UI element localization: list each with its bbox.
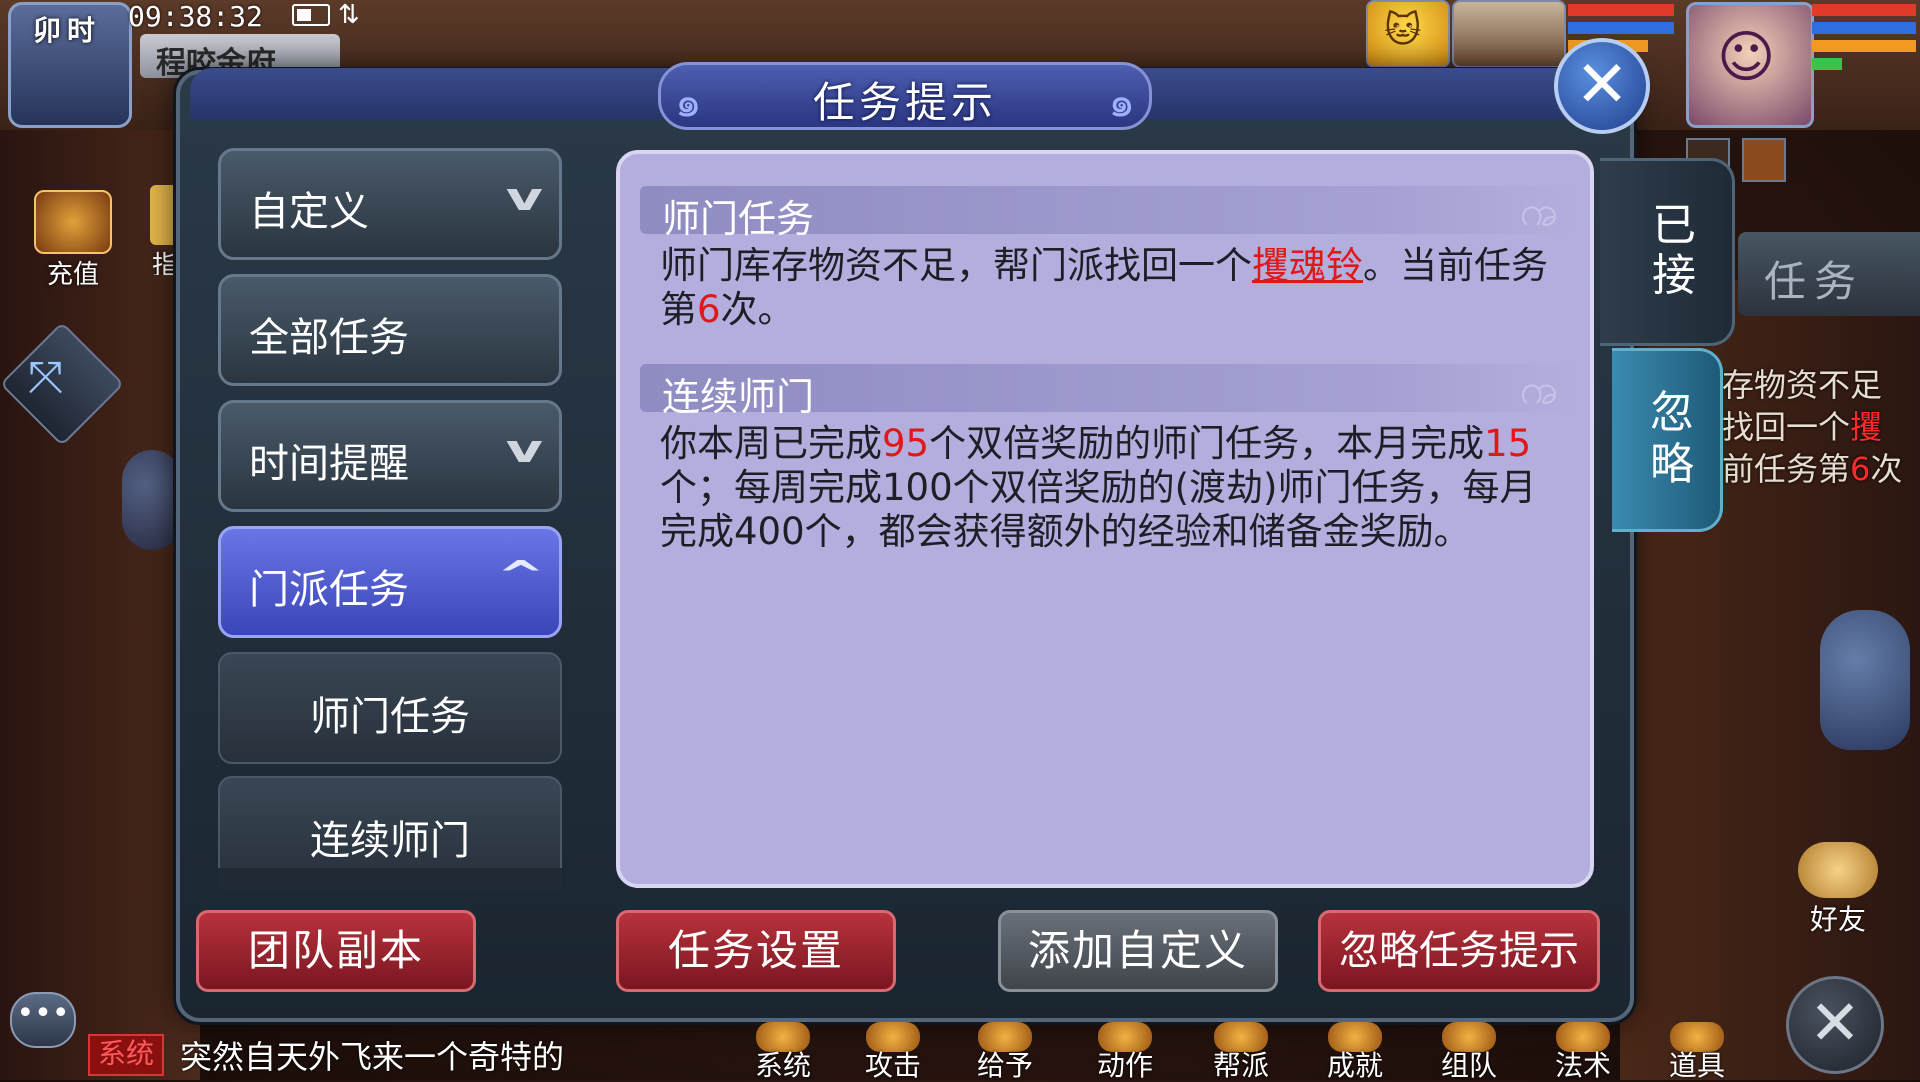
friends-label: 好友: [1809, 903, 1866, 936]
team-icon: [1442, 1022, 1496, 1052]
category-time-reminder[interactable]: 时间提醒 v: [218, 400, 562, 512]
cloud-swirl-icon: ꩠ: [1519, 186, 1558, 235]
chevron-up-icon: ^: [497, 553, 545, 597]
pet-portrait[interactable]: 🐱: [1366, 0, 1450, 68]
summon-portrait[interactable]: [1452, 0, 1566, 68]
chat-channel-badge: 系统: [88, 1034, 164, 1076]
action-icon: [1098, 1022, 1152, 1052]
chat-bubble-icon[interactable]: •••: [10, 992, 76, 1048]
category-label: 自定义: [249, 189, 369, 235]
tracker-line: 找回一个攫: [1722, 408, 1883, 446]
category-label: 全部任务: [249, 315, 409, 361]
battery-icon: [292, 4, 330, 26]
section-title: 连续师门: [662, 375, 815, 419]
shichen-clock-icon[interactable]: 卯时: [8, 2, 132, 128]
tab-ignored-label: 忽略: [1650, 387, 1694, 490]
tracker-line: 前任务第6次: [1722, 450, 1903, 488]
tab-ignored[interactable]: 忽略: [1612, 348, 1723, 532]
achievement-icon: [1328, 1022, 1382, 1052]
item-link[interactable]: 攫魂铃: [1252, 244, 1363, 287]
tracker-line: 存物资不足: [1722, 366, 1883, 404]
guild-icon: [1214, 1022, 1268, 1052]
section-title: 师门任务: [662, 197, 815, 241]
subitem-master-task[interactable]: 师门任务: [218, 652, 562, 764]
summon-hp-bar: [1568, 4, 1674, 16]
add-custom-button[interactable]: 添加自定义: [998, 910, 1278, 992]
tab-accepted[interactable]: 已接: [1600, 158, 1735, 346]
chevron-down-icon: v: [506, 175, 544, 219]
section-header: 连续师门 ꩠ: [640, 364, 1576, 419]
task-settings-button[interactable]: 任务设置: [616, 910, 896, 992]
section-body: 你本周已完成95个双倍奖励的师门任务，本月完成15个；每周完成100个双倍奖励的…: [660, 422, 1537, 553]
task-detail-panel: 师门任务 ꩠ 师门库存物资不足，帮门派找回一个攫魂铃。当前任务第6次。 连续师门…: [616, 150, 1594, 888]
toolbar-attack[interactable]: 攻击: [848, 1022, 938, 1080]
chevron-down-icon: v: [506, 427, 544, 471]
ignore-task-hint-button[interactable]: 忽略任务提示: [1318, 910, 1600, 992]
toolbar-items[interactable]: 道具: [1652, 1022, 1742, 1080]
player-anger-bar: [1812, 40, 1916, 52]
system-icon: [756, 1022, 810, 1052]
player-face-icon: ☺: [1717, 25, 1776, 90]
task-tracker-text[interactable]: 存物资不足 找回一个攫 前任务第6次: [1722, 364, 1918, 490]
friends-button[interactable]: 好友: [1788, 842, 1888, 938]
section-header: 师门任务 ꩠ: [640, 186, 1576, 241]
signal-icon: ⇅: [338, 0, 360, 30]
toolbar-give[interactable]: 给予: [960, 1022, 1050, 1080]
category-sect-tasks[interactable]: 门派任务 ^: [218, 526, 562, 638]
clock-time: 09:38:32: [128, 0, 263, 33]
attack-icon: [866, 1022, 920, 1052]
expand-arrows-icon: ⤧: [28, 352, 64, 403]
toolbar-action[interactable]: 动作: [1080, 1022, 1170, 1080]
shichen-label: 卯时: [33, 14, 102, 47]
category-label: 门派任务: [249, 567, 409, 613]
player-mp-bar: [1812, 22, 1916, 34]
toolbar-guild[interactable]: 帮派: [1196, 1022, 1286, 1080]
treasure-chest-icon: [1670, 1022, 1724, 1052]
tab-accepted-label: 已接: [1652, 200, 1696, 301]
treasure-chest-icon: [34, 190, 112, 254]
category-custom[interactable]: 自定义 v: [218, 148, 562, 260]
chat-message[interactable]: 突然自天外飞来一个奇特的: [180, 1032, 564, 1078]
close-icon[interactable]: ✕: [1554, 38, 1650, 134]
toolbar-spell[interactable]: 法术: [1538, 1022, 1628, 1080]
summon-mp-bar: [1568, 22, 1674, 34]
category-label: 时间提醒: [249, 441, 409, 487]
treasure-slot[interactable]: [1742, 138, 1786, 182]
collapse-menu-close-icon[interactable]: ✕: [1786, 976, 1884, 1074]
recharge-label: 充值: [46, 260, 99, 290]
player-hp-bar: [1812, 4, 1916, 16]
subitem-label: 师门任务: [310, 694, 470, 740]
toolbar-achievement[interactable]: 成就: [1310, 1022, 1400, 1080]
player-portrait[interactable]: ☺: [1686, 2, 1814, 128]
handshake-icon: [1798, 842, 1878, 898]
team-dungeon-button[interactable]: 团队副本: [196, 910, 476, 992]
cloud-swirl-icon: ꩠ: [1519, 364, 1558, 413]
category-all-tasks[interactable]: 全部任务: [218, 274, 562, 386]
recharge-button[interactable]: 充值: [28, 190, 118, 290]
pet-face-icon: 🐱: [1384, 10, 1422, 51]
spell-icon: [1556, 1022, 1610, 1052]
section-body: 师门库存物资不足，帮门派找回一个攫魂铃。当前任务第6次。: [660, 244, 1548, 331]
swirl-icon: ๑: [1108, 77, 1135, 126]
toolbar-system[interactable]: 系统: [738, 1022, 828, 1080]
toolbar-team[interactable]: 组队: [1424, 1022, 1514, 1080]
task-tracker-label: 任务: [1764, 257, 1865, 306]
dialog-title: 任务提示: [812, 78, 997, 127]
vase-decoration: [122, 450, 182, 550]
subitem-label: 连续师门: [310, 818, 470, 864]
task-tracker-tab[interactable]: 任务: [1738, 232, 1920, 316]
list-scroll-edge: [218, 868, 562, 890]
dialog-title-plate: ๑ 任务提示 ๑: [658, 62, 1152, 130]
player-exp-bar: [1812, 58, 1842, 70]
give-icon: [978, 1022, 1032, 1052]
vase-decoration: [1820, 610, 1910, 750]
